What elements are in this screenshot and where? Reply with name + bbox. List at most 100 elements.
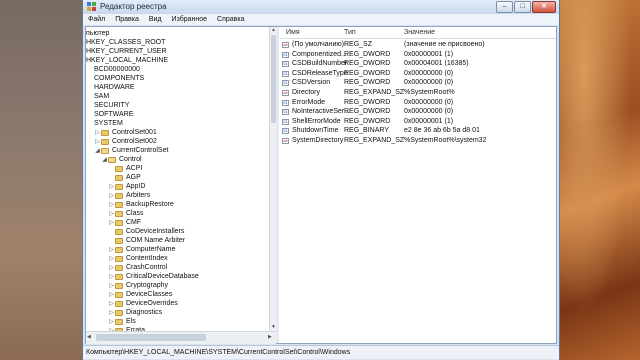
value-type: REG_DWORD [344,117,391,125]
menu-help[interactable]: Справка [212,14,249,25]
menu-edit[interactable]: Правка [110,14,144,25]
value-data: e2 8e 36 ab 6b 5a d8 01 [404,127,480,135]
regedit-window: Редактор реестра – □ ✕ Файл Правка Вид И… [82,0,560,360]
string-value-icon: ab [282,138,289,144]
value-row[interactable]: ab (По умолчанию) REG_SZ (значение не присв… [280,40,556,50]
value-name: CSDBuildNumber [292,60,348,68]
title-bar[interactable]: Редактор реестра – □ ✕ [83,0,559,14]
value-data: %SystemRoot% [404,89,455,96]
value-row[interactable]: ab SystemDirectory REG_EXPAND_SZ %SystemRoo… [280,136,556,146]
binary-value-icon: 01 [282,109,289,116]
value-row[interactable]: 01 CSDReleaseType REG_DWORD 0x00000000 (0) [280,69,556,79]
value-type: REG_EXPAND_SZ [344,137,405,144]
value-row[interactable]: 01 Componentized... REG_DWORD 0x00000001 (1… [280,50,556,60]
value-name: Componentized... [292,50,347,58]
scroll-right-icon[interactable]: ▶ [268,334,272,340]
regedit-app-icon [87,2,96,11]
value-name: ErrorMode [292,98,326,106]
status-bar: Компьютер\HKEY_LOCAL_MACHINE\SYSTEM\Curr… [83,345,559,359]
value-data: 0x00000000 (0) [404,108,454,116]
value-type: REG_EXPAND_SZ [344,89,405,96]
main-content: пьютер HKEY_CLASSES_ROOT HKEY_CURRENT_USER… [85,26,557,344]
value-type: REG_BINARY [344,127,389,135]
folder-icon [115,193,123,199]
binary-value-icon: 01 [282,80,289,87]
close-button[interactable]: ✕ [532,1,556,13]
pane-splitter[interactable] [276,27,279,343]
binary-value-icon: 01 [282,70,289,77]
string-value-icon: ab [282,90,289,96]
column-header-data[interactable]: Значение [404,27,435,38]
folder-icon [115,202,123,208]
folder-icon [115,319,123,325]
value-row[interactable]: 01 NoInteractiveSer... REG_DWORD 0x00000000… [280,107,556,117]
value-data: 0x00000000 (0) [404,69,454,77]
folder-icon [115,166,123,172]
value-data: 0x00000000 (0) [404,79,454,87]
folder-open-icon [101,148,109,154]
value-name: SystemDirectory [292,137,344,144]
menu-view[interactable]: Вид [144,14,167,25]
folder-icon [115,175,123,181]
value-name: ShutdownTime [292,127,339,135]
registry-tree: пьютер HKEY_CLASSES_ROOT HKEY_CURRENT_USER… [86,27,269,343]
value-data: 0x00004001 (16385) [404,60,469,68]
value-type: REG_DWORD [344,108,391,116]
value-name: NoInteractiveSer... [292,108,350,116]
value-data: 0x00000001 (1) [404,117,454,125]
folder-icon [115,301,123,307]
folder-icon [115,220,123,226]
collapse-arrow-icon[interactable]: ◢ [94,146,101,156]
value-type: REG_SZ [344,41,373,48]
value-type: REG_DWORD [344,79,391,87]
menu-favorites[interactable]: Избранное [167,14,212,25]
value-row[interactable]: 01 CSDVersion REG_DWORD 0x00000000 (0) [280,78,556,88]
binary-value-icon: 01 [282,51,289,58]
window-title: Редактор реестра [100,2,167,11]
value-row[interactable]: 01 ErrorMode REG_DWORD 0x00000000 (0) [280,98,556,108]
value-type: REG_DWORD [344,50,391,58]
value-name: ShellErrorMode [292,117,341,125]
tree-horizontal-scroll-thumb[interactable] [96,334,206,341]
binary-value-icon: 01 [282,128,289,135]
column-header-type[interactable]: Тип [344,27,356,38]
menu-file[interactable]: Файл [83,14,110,25]
value-type: REG_DWORD [344,98,391,106]
folder-icon [115,265,123,271]
window-controls: – □ ✕ [496,1,556,13]
folder-icon [115,256,123,262]
value-data: %SystemRoot%\system32 [404,137,487,144]
folder-icon [115,292,123,298]
folder-icon [115,310,123,316]
value-data: (значение не присвоено) [404,41,485,48]
value-row[interactable]: 01 CSDBuildNumber REG_DWORD 0x00004001 (163… [280,59,556,69]
folder-open-icon [108,157,116,163]
folder-icon [115,247,123,253]
value-row[interactable]: 01 ShellErrorMode REG_DWORD 0x00000001 (1) [280,117,556,127]
folder-icon [101,139,109,145]
minimize-button[interactable]: – [496,1,513,13]
folder-icon [115,229,123,235]
value-name: (По умолчанию) [292,41,345,48]
maximize-button[interactable]: □ [514,1,531,13]
menu-bar: Файл Правка Вид Избранное Справка [83,14,559,25]
value-name: CSDVersion [292,79,331,87]
binary-value-icon: 01 [282,61,289,68]
value-row[interactable]: ab Directory REG_EXPAND_SZ %SystemRoot% [280,88,556,98]
tree-horizontal-scrollbar[interactable]: ◀ ▶ [86,331,276,344]
value-row[interactable]: 01 ShutdownTime REG_BINARY e2 8e 36 ab 6b 5… [280,126,556,136]
value-type: REG_DWORD [344,60,391,68]
values-pane: Имя Тип Значение ab (По умолчанию) REG_SZ(… [280,27,556,343]
desktop-wallpaper-right [560,0,640,360]
value-data: 0x00000001 (1) [404,50,454,58]
values-header: Имя Тип Значение [280,27,556,39]
value-name: Directory [292,89,321,96]
scroll-left-icon[interactable]: ◀ [87,334,91,340]
folder-icon [101,130,109,136]
binary-value-icon: 01 [282,118,289,125]
collapse-arrow-icon[interactable]: ◢ [101,155,108,165]
desktop-wallpaper-left [0,0,82,360]
column-header-name[interactable]: Имя [286,27,300,38]
value-data: 0x00000000 (0) [404,98,454,106]
string-value-icon: ab [282,42,289,48]
